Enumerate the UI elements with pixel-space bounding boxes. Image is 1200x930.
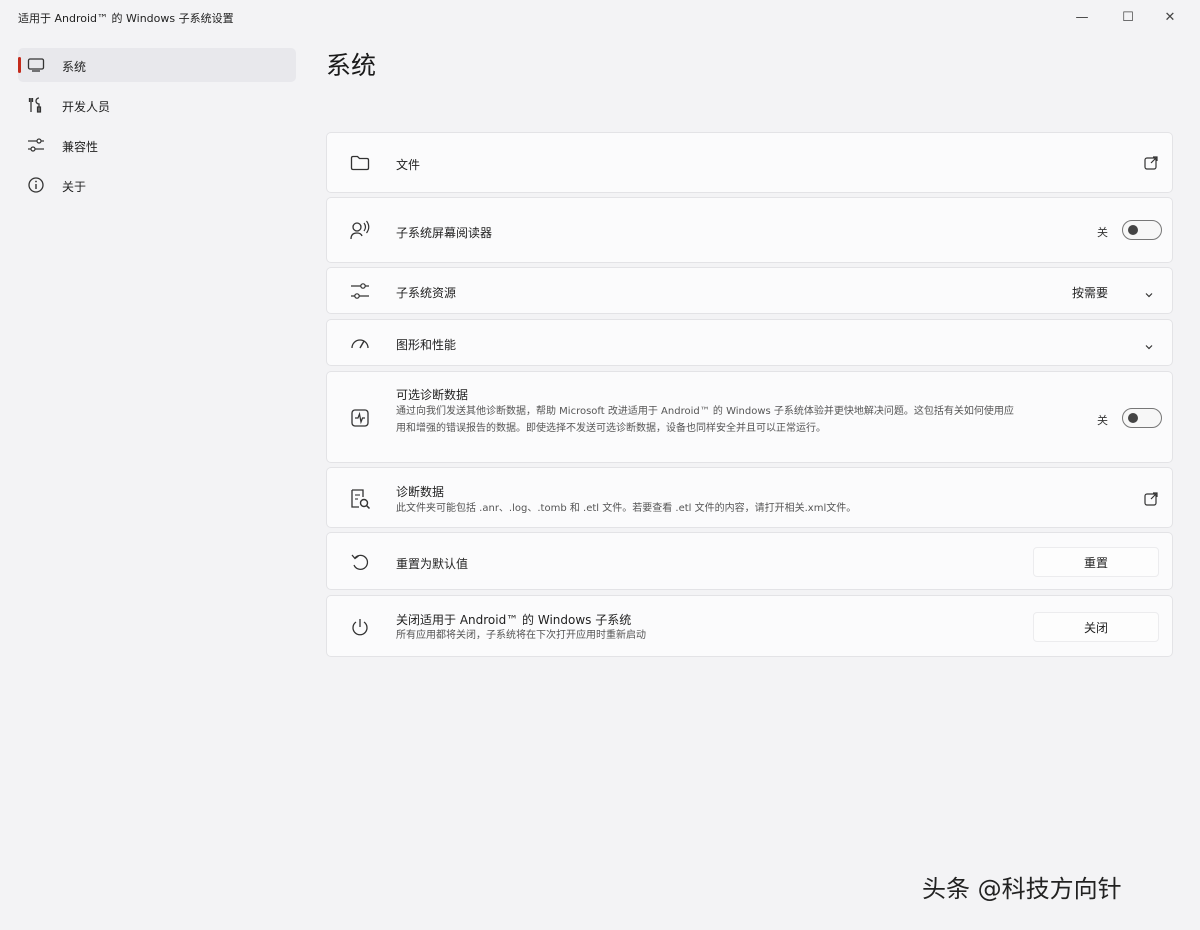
resources-title: 子系统资源 [396, 286, 457, 300]
voice-user-icon [349, 220, 371, 242]
optional-diagnostics-setting: 可选诊断数据 通过向我们发送其他诊断数据，帮助 Microsoft 改进适用于 … [326, 371, 1173, 463]
sidebar-item-label: 兼容性 [62, 140, 99, 154]
power-icon [349, 616, 371, 638]
shutdown-description: 所有应用都将关闭，子系统将在下次打开应用时重新启动 [396, 630, 646, 641]
sidebar-item-compatibility[interactable]: 兼容性 [18, 128, 296, 162]
optional-diagnostics-description: 通过向我们发送其他诊断数据，帮助 Microsoft 改进适用于 Android… [396, 406, 1014, 434]
sliders-icon [349, 280, 371, 302]
resources-setting[interactable]: 子系统资源 按需要 [326, 267, 1173, 314]
report-search-icon [349, 488, 371, 510]
close-button[interactable]: ✕ [1150, 4, 1190, 30]
tools-icon [26, 96, 46, 114]
minimize-button[interactable]: — [1062, 4, 1102, 30]
diagnostics-title: 诊断数据 [396, 485, 445, 499]
activity-icon [349, 407, 371, 429]
toggle-knob [1128, 413, 1138, 423]
resources-value[interactable]: 按需要 [1072, 284, 1108, 301]
files-title: 文件 [396, 158, 421, 172]
shutdown-setting: 关闭适用于 Android™ 的 Windows 子系统 所有应用都将关闭，子系… [326, 595, 1173, 657]
title-bar: 适用于 Android™ 的 Windows 子系统设置 — ☐ ✕ [0, 0, 1200, 34]
chevron-down-icon[interactable] [1143, 338, 1155, 350]
sidebar-item-system[interactable]: 系统 [18, 48, 296, 82]
open-external-icon[interactable] [1144, 491, 1158, 506]
reset-button[interactable]: 重置 [1033, 547, 1159, 577]
toggle-knob [1128, 225, 1138, 235]
sidebar-item-about[interactable]: 关于 [18, 168, 296, 202]
reset-title: 重置为默认值 [396, 557, 469, 571]
toggle-state-label: 关 [1097, 226, 1108, 239]
gauge-icon [349, 332, 371, 354]
open-external-icon[interactable] [1144, 155, 1158, 170]
optional-diagnostics-title: 可选诊断数据 [396, 388, 469, 402]
folder-icon [349, 152, 371, 174]
chevron-down-icon[interactable] [1143, 286, 1155, 298]
laptop-icon [26, 56, 46, 74]
info-icon [26, 176, 46, 194]
diagnostics-setting[interactable]: 诊断数据 此文件夹可能包括 .anr、.log、.tomb 和 .etl 文件。… [326, 467, 1173, 528]
undo-icon [349, 551, 371, 573]
optional-diagnostics-toggle[interactable] [1122, 408, 1162, 428]
sidebar-item-label: 开发人员 [62, 100, 111, 114]
page-title: 系统 [326, 51, 377, 80]
graphics-title: 图形和性能 [396, 338, 457, 352]
toggle-state-label: 关 [1097, 414, 1108, 427]
screen-reader-title: 子系统屏幕阅读器 [396, 226, 493, 240]
reset-setting: 重置为默认值 重置 [326, 532, 1173, 590]
window-title: 适用于 Android™ 的 Windows 子系统设置 [18, 12, 234, 25]
screen-reader-setting: 子系统屏幕阅读器 关 [326, 197, 1173, 263]
maximize-button[interactable]: ☐ [1108, 4, 1148, 30]
graphics-setting[interactable]: 图形和性能 [326, 319, 1173, 366]
shutdown-button[interactable]: 关闭 [1033, 612, 1159, 642]
files-setting[interactable]: 文件 [326, 132, 1173, 193]
sidebar-item-label: 关于 [62, 180, 87, 194]
screen-reader-toggle[interactable] [1122, 220, 1162, 240]
active-indicator [18, 57, 21, 73]
sidebar-item-developer[interactable]: 开发人员 [18, 88, 296, 122]
watermark-text: 头条 @科技方向针 [922, 875, 1122, 903]
sliders-icon [26, 136, 46, 154]
shutdown-title: 关闭适用于 Android™ 的 Windows 子系统 [396, 613, 632, 627]
sidebar-item-label: 系统 [62, 60, 87, 74]
diagnostics-description: 此文件夹可能包括 .anr、.log、.tomb 和 .etl 文件。若要查看 … [396, 503, 857, 514]
